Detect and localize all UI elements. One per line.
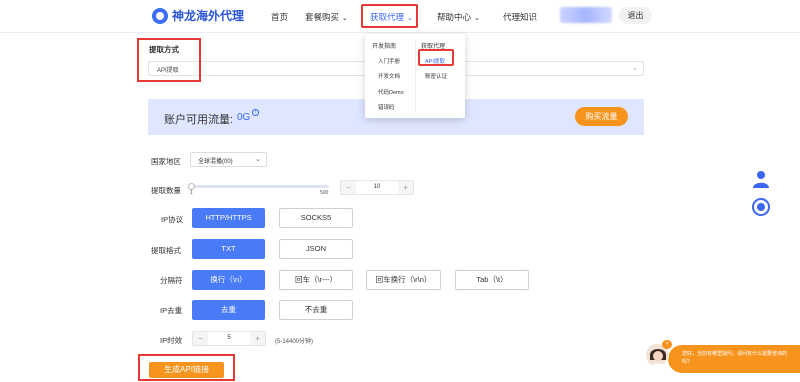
nav-packages[interactable]: 套餐购买 ⌄ [305,11,348,23]
menu-item-getting-started[interactable]: 入门手册 [378,57,400,65]
separator-option-cr[interactable]: 回车（\r---） [279,270,353,290]
count-value[interactable]: 10 [356,181,398,194]
count-slider-track[interactable] [190,185,329,188]
protocol-option-http[interactable]: HTTP/HTTPS [192,208,265,228]
protocol-label: IP协议 [161,215,184,224]
info-icon[interactable]: i [252,109,259,116]
chat-close-button[interactable]: × [662,340,672,349]
generate-highlight-box [138,354,235,381]
dedupe-option-on[interactable]: 去重 [192,300,265,320]
logo-icon [152,7,168,24]
chevron-down-icon: ⌄ [255,156,261,163]
logout-button[interactable]: 退出 [619,7,652,24]
buy-traffic-button[interactable]: 购买流量 [575,107,628,126]
duration-label: IP时效 [160,336,183,345]
chat-popup[interactable]: 您好，当前有哪里疑问，请问有什么需要咨询的吗? [668,345,800,373]
balance-label: 账户可用流量: [164,114,234,126]
get-proxy-dropdown: 开发指南 入门手册 开发文档 代码Demo 错误码 获取代理 API提取 账密认… [365,34,465,118]
customer-service-icon[interactable] [751,169,771,189]
menu-header-dev-guide: 开发指南 [372,44,397,50]
api-extract-highlight-box [418,49,454,66]
duration-hint: (5-14400分钟) [275,339,314,345]
menu-item-dev-docs[interactable]: 开发文档 [378,72,400,80]
region-select[interactable]: 全球混播(00) ⌄ [190,152,267,167]
chevron-down-icon: ⌄ [342,15,348,22]
protocol-option-socks5[interactable]: SOCKS5 [279,208,353,228]
dedupe-label: IP去重 [160,306,183,315]
nav-highlight-box [361,4,418,28]
menu-item-code-demo[interactable]: 代码Demo [378,88,404,96]
chat-message: 您好，当前有哪里疑问，请问有什么需要咨询的吗? [682,351,788,365]
user-account[interactable] [560,7,612,23]
nav-knowledge[interactable]: 代理知识 [503,11,537,23]
format-label: 提取格式 [151,246,181,255]
dropdown-divider [415,40,416,112]
duration-stepper: − 5 + [192,331,266,346]
separator-label: 分隔符 [160,276,183,285]
brand-logo[interactable]: 神龙海外代理 [152,7,244,24]
slider-max-label: 500 [320,190,329,196]
nav-help-label: 帮助中心 [437,12,472,22]
nav-packages-label: 套餐购买 [305,12,340,22]
chevron-down-icon: ⌄ [632,65,638,72]
count-stepper: − 10 + [340,180,414,195]
plus-button[interactable]: + [250,332,265,345]
chat-support-icon[interactable] [751,197,771,217]
separator-option-tab[interactable]: Tab（\t） [455,270,529,290]
count-label: 提取数量 [151,186,181,195]
duration-value[interactable]: 5 [208,332,250,345]
separator-option-newline[interactable]: 换行（\n） [192,270,265,290]
slider-min-label: 1 [190,190,193,196]
format-option-txt[interactable]: TXT [192,239,265,259]
menu-item-error-codes[interactable]: 错误码 [378,103,395,111]
dedupe-option-off[interactable]: 不去重 [279,300,353,320]
balance-value: 0G [237,112,251,123]
format-option-json[interactable]: JSON [279,239,353,259]
nav-home[interactable]: 首页 [271,11,288,23]
count-slider-handle[interactable] [188,183,195,190]
plus-button[interactable]: + [398,181,413,194]
nav-help[interactable]: 帮助中心 ⌄ [437,11,480,23]
brand-name: 神龙海外代理 [172,9,245,23]
minus-button[interactable]: − [193,332,208,345]
minus-button[interactable]: − [341,181,356,194]
region-label: 国家地区 [151,157,181,166]
chevron-down-icon: ⌄ [474,15,480,22]
menu-item-account-auth[interactable]: 账密认证 [425,72,447,80]
separator-option-crlf[interactable]: 回车换行（\r\n） [366,270,441,290]
region-select-value: 全球混播(00) [198,159,233,165]
mode-highlight-box [137,38,201,82]
